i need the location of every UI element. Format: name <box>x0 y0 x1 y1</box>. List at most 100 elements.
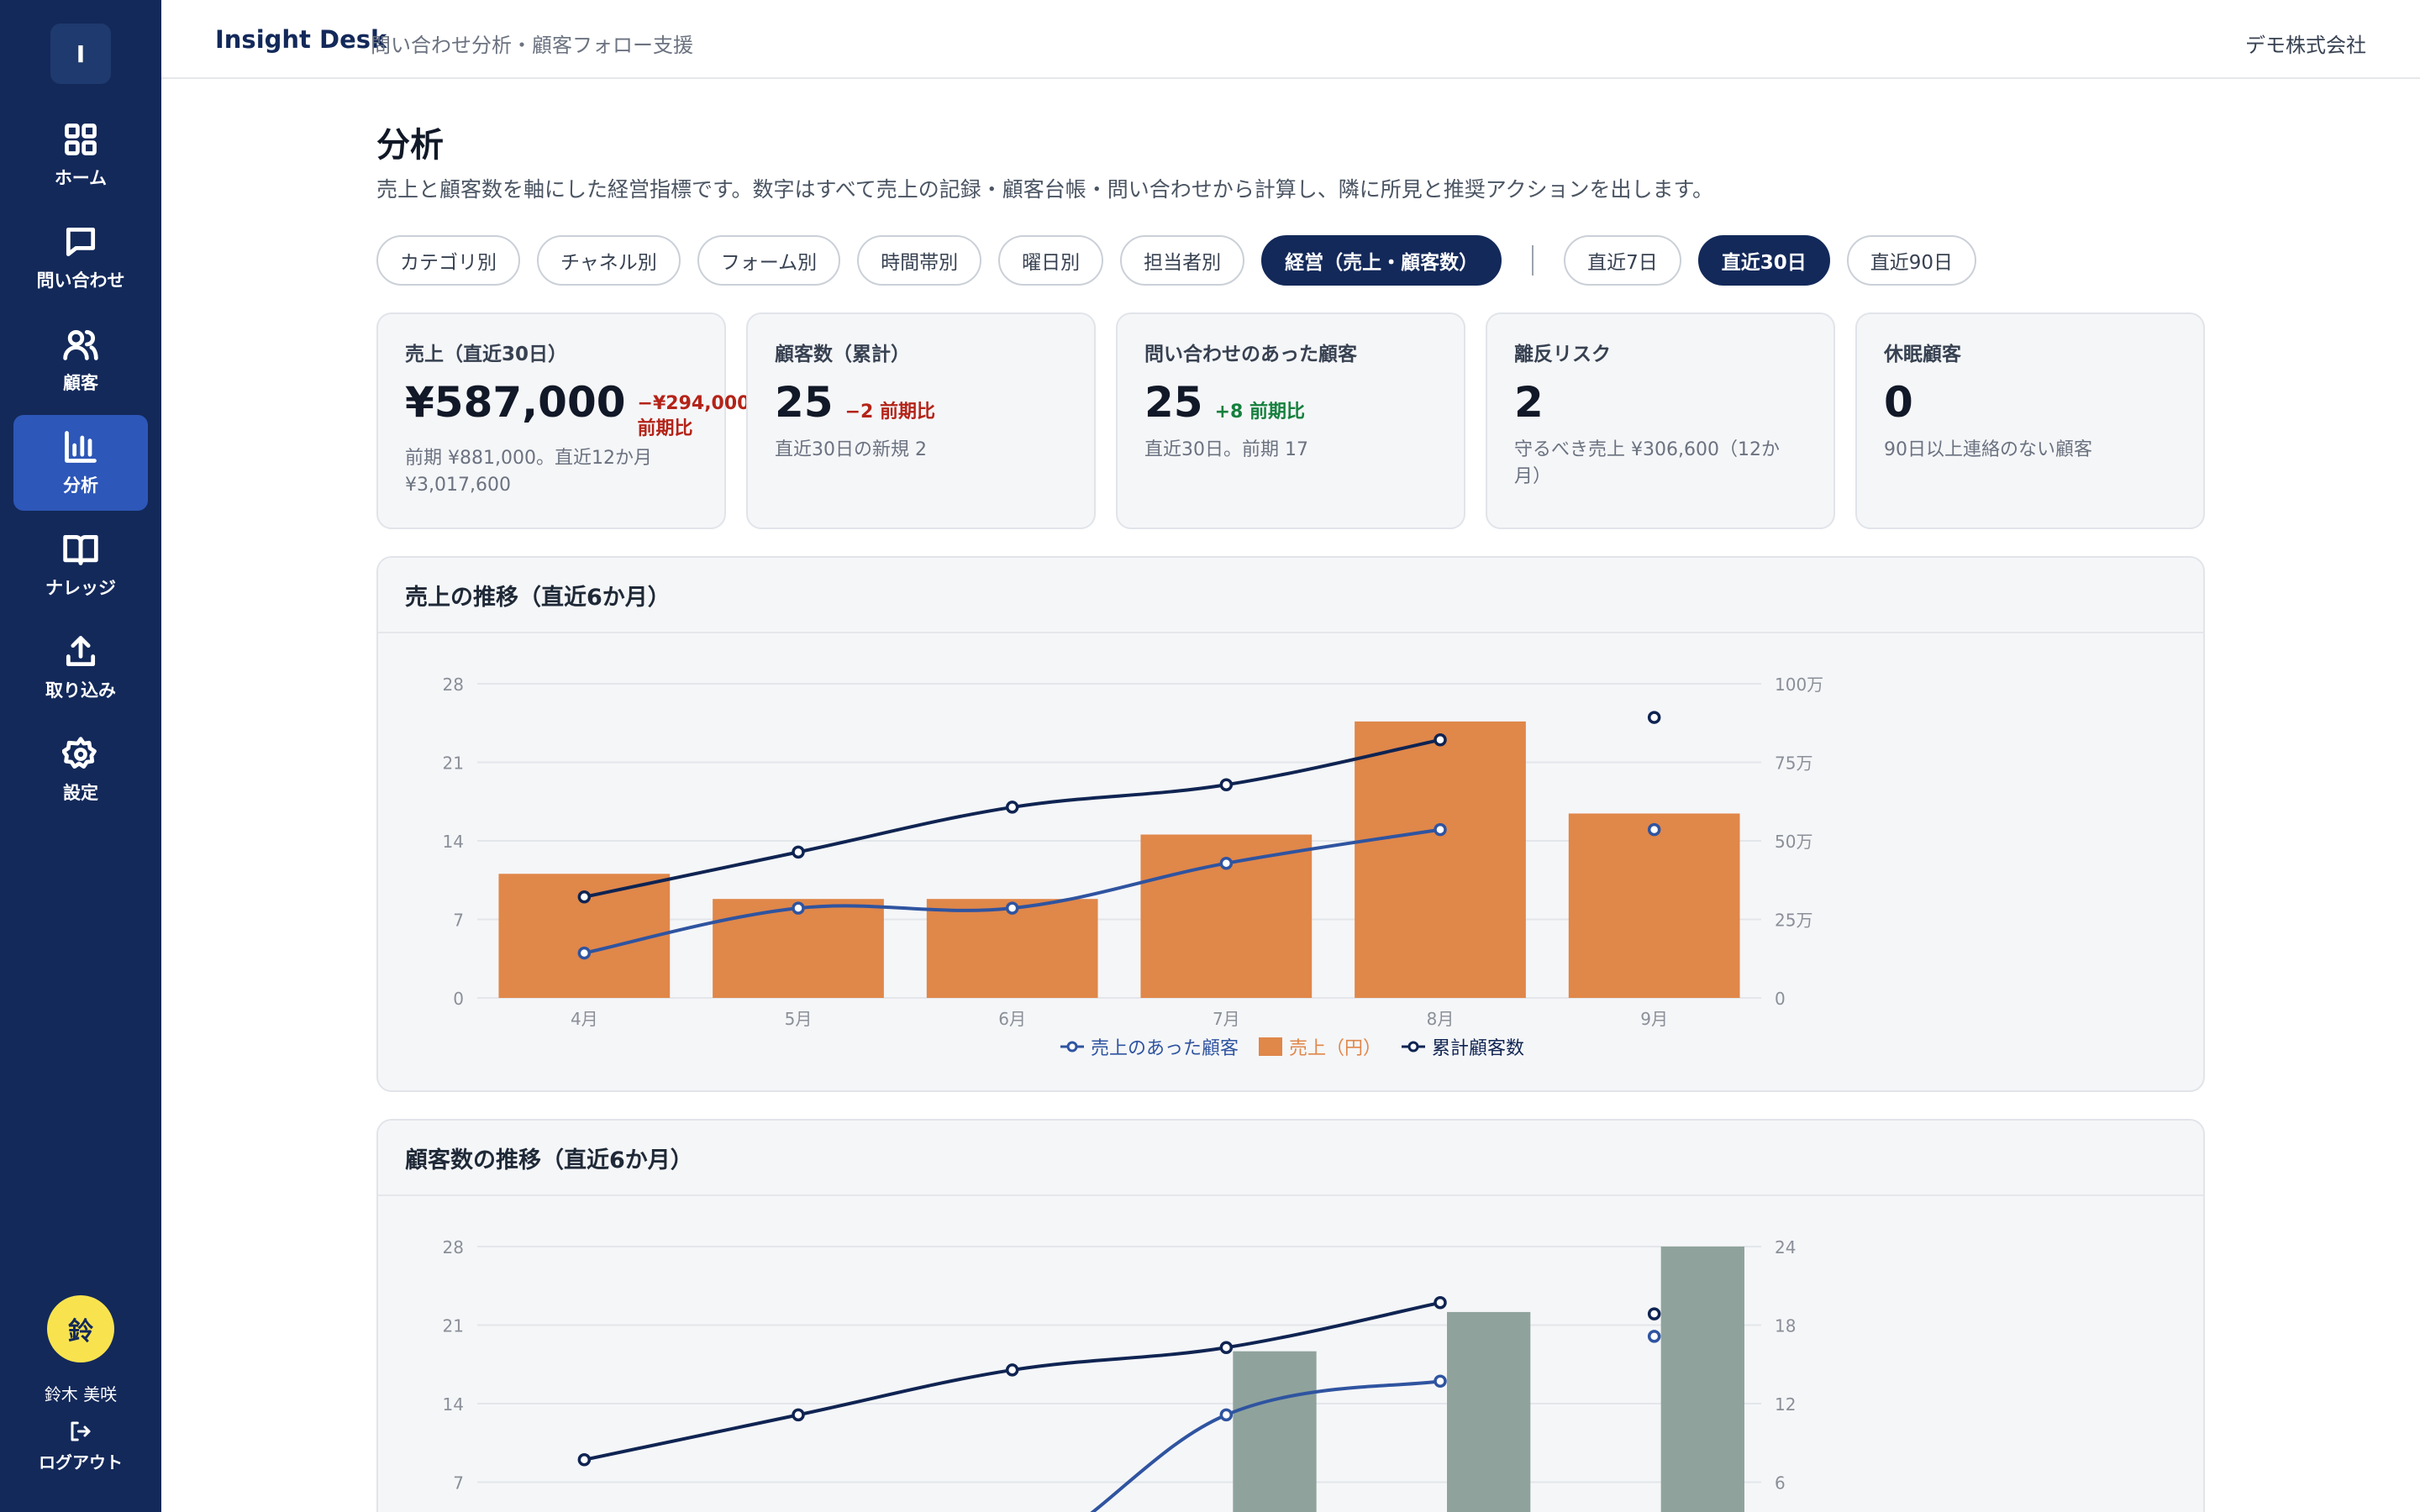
kpi-subtext: 直近30日の新規 2 <box>775 439 927 460</box>
kpi-subtext: 90日以上連絡のない顧客 <box>1884 439 2092 460</box>
data-point <box>1647 1330 1661 1343</box>
kpi-label: 顧客数（累計） <box>775 344 910 365</box>
sidebar-item-import[interactable]: 取り込み <box>13 620 148 716</box>
filter-weekday[interactable]: 曜日別 <box>998 235 1104 286</box>
legend-label: 売上のあった顧客 <box>1090 1038 1239 1059</box>
kpi-row: 売上（直近30日） ¥587,000 −¥294,000 前期比 前期 ¥881… <box>376 312 2205 529</box>
sales-trend-chart: 0 7 14 21 28 0 25万 50万 75万 100万 4月 5月 6月 7月 8月 9月 <box>443 675 1824 1029</box>
logout-button[interactable]: ログアウト <box>39 1419 123 1473</box>
logout-icon <box>71 1421 91 1441</box>
filter-time-of-day[interactable]: 時間帯別 <box>857 235 982 286</box>
data-point <box>1005 901 1019 915</box>
data-point <box>1434 1374 1447 1389</box>
kpi-delta: −¥294,000 前期比 <box>638 391 750 442</box>
x-axis-tick-label: 4月 <box>571 1009 598 1029</box>
sidebar-item-customers[interactable]: 顧客 <box>13 312 148 408</box>
users-icon <box>63 329 98 360</box>
data-point <box>1219 1341 1234 1354</box>
filter-category[interactable]: カテゴリ別 <box>376 235 520 286</box>
bar <box>1355 721 1526 998</box>
left-axis-tick-label: 28 <box>443 1237 464 1257</box>
x-axis-tick-label: 7月 <box>1213 1009 1240 1029</box>
page-description: 売上と顧客数を軸にした経営指標です。数字はすべて売上の記録・顧客台帳・問い合わせ… <box>376 177 1714 202</box>
kpi-sales: 売上（直近30日） ¥587,000 −¥294,000 前期比 前期 ¥881… <box>376 312 750 529</box>
sidebar-item-analytics[interactable]: 分析 <box>13 415 148 511</box>
sidebar-item-label: 顧客 <box>63 373 98 393</box>
left-axis-tick-label: 7 <box>453 911 464 931</box>
chart-title: 売上の推移（直近6か月） <box>378 558 2203 633</box>
period-90-days[interactable]: 直近90日 <box>1846 235 1977 286</box>
chart-legend: 売上のあった顧客 売上（円） 累計顧客数 <box>378 1033 2203 1060</box>
filter-bar: カテゴリ別 チャネル別 フォーム別 時間帯別 曜日別 担当者別 経営（売上・顧客… <box>376 235 1993 286</box>
right-axis-tick-label: 6 <box>1775 1473 1786 1494</box>
grid-icon <box>65 123 97 155</box>
left-axis-tick-label: 28 <box>443 675 464 695</box>
kpi-label: 売上（直近30日） <box>405 344 568 365</box>
filter-management[interactable]: 経営（売上・顧客数） <box>1261 235 1502 286</box>
sidebar-item-label: 取り込み <box>45 680 116 701</box>
kpi-value: 25 <box>775 378 834 427</box>
filter-divider <box>1532 245 1534 276</box>
top-header: Insight Desk 問い合わせ分析・顧客フォロー支援 デモ株式会社 <box>161 0 2420 79</box>
kpi-value: 25 <box>1144 378 1203 427</box>
kpi-delta-suffix: 前期比 <box>637 418 693 439</box>
sidebar-nav: ホーム 問い合わせ 顧客 分析 ナレッジ 取り込み 設定 <box>13 108 148 825</box>
gear-icon <box>62 737 97 769</box>
sidebar-item-settings[interactable]: 設定 <box>13 722 148 818</box>
legend-cumulative[interactable]: 累計顧客数 <box>1402 1033 1524 1060</box>
data-point <box>1219 778 1234 791</box>
filter-assignee[interactable]: 担当者別 <box>1120 235 1245 286</box>
app-name[interactable]: Insight Desk <box>215 25 387 54</box>
kpi-value: 0 <box>1884 378 1913 427</box>
data-point <box>1647 1307 1661 1320</box>
app-tagline: 問い合わせ分析・顧客フォロー支援 <box>371 34 693 57</box>
line-marker-icon <box>1402 1041 1425 1053</box>
filter-form[interactable]: フォーム別 <box>697 235 841 286</box>
right-axis-tick-label: 12 <box>1775 1394 1796 1415</box>
sidebar-item-label: 設定 <box>63 783 98 803</box>
data-point <box>1005 1363 1019 1377</box>
right-axis-tick-label: 24 <box>1775 1237 1796 1257</box>
data-point <box>792 1408 805 1422</box>
filter-channel[interactable]: チャネル別 <box>537 235 681 286</box>
sidebar-item-knowledge[interactable]: ナレッジ <box>13 517 148 613</box>
user-name: 鈴木 美咲 <box>44 1384 118 1404</box>
legend-sales[interactable]: 売上（円） <box>1258 1033 1381 1060</box>
sidebar-item-label: 分析 <box>63 475 98 496</box>
period-7-days[interactable]: 直近7日 <box>1564 235 1681 286</box>
data-point <box>1647 822 1661 837</box>
data-point <box>577 1453 592 1467</box>
bar <box>1447 1311 1531 1512</box>
left-axis-tick-label: 14 <box>443 1394 464 1415</box>
user-panel: 鈴 鈴木 美咲 ログアウト <box>0 1295 161 1473</box>
right-axis-tick-label: 0 <box>1775 989 1786 1009</box>
line-marker-icon <box>1060 1041 1084 1053</box>
left-axis-tick-label: 7 <box>453 1473 464 1494</box>
data-point <box>1219 1408 1234 1422</box>
sidebar-item-home[interactable]: ホーム <box>13 108 148 203</box>
kpi-delta-value: −¥294,000 <box>637 393 750 414</box>
kpi-customers: 顧客数（累計） 25 −2 前期比 直近30日の新規 2 <box>746 312 1096 529</box>
kpi-label: 問い合わせのあった顧客 <box>1144 344 1357 365</box>
left-axis-tick-label: 21 <box>443 1316 464 1336</box>
sidebar-item-label: ホーム <box>54 168 108 188</box>
sidebar-item-inquiries[interactable]: 問い合わせ <box>13 210 148 306</box>
left-axis-tick-label: 14 <box>443 832 464 852</box>
data-point <box>1219 856 1234 870</box>
bar <box>1233 1351 1317 1512</box>
left-axis-tick-label: 21 <box>443 753 464 774</box>
kpi-delta: −2 前期比 <box>844 402 935 423</box>
right-axis-tick-label: 25万 <box>1775 911 1812 931</box>
avatar[interactable]: 鈴 <box>47 1295 114 1362</box>
chart-title: 顧客数の推移（直近6か月） <box>378 1121 2203 1196</box>
chat-icon <box>66 227 96 257</box>
sales-trend-card: 売上の推移（直近6か月） 0 7 14 21 28 0 25万 50万 75万 100万 4月 5月 6… <box>376 556 2205 1092</box>
kpi-dormant: 休眠顧客 0 90日以上連絡のない顧客 <box>1855 312 2205 529</box>
book-icon <box>63 534 98 565</box>
upload-icon <box>66 636 96 667</box>
period-30-days[interactable]: 直近30日 <box>1697 235 1830 286</box>
bar-swatch-icon <box>1258 1037 1282 1056</box>
sidebar-item-label: 問い合わせ <box>36 270 125 291</box>
app-logo[interactable]: I <box>50 24 111 84</box>
legend-customers[interactable]: 売上のあった顧客 <box>1060 1033 1239 1060</box>
